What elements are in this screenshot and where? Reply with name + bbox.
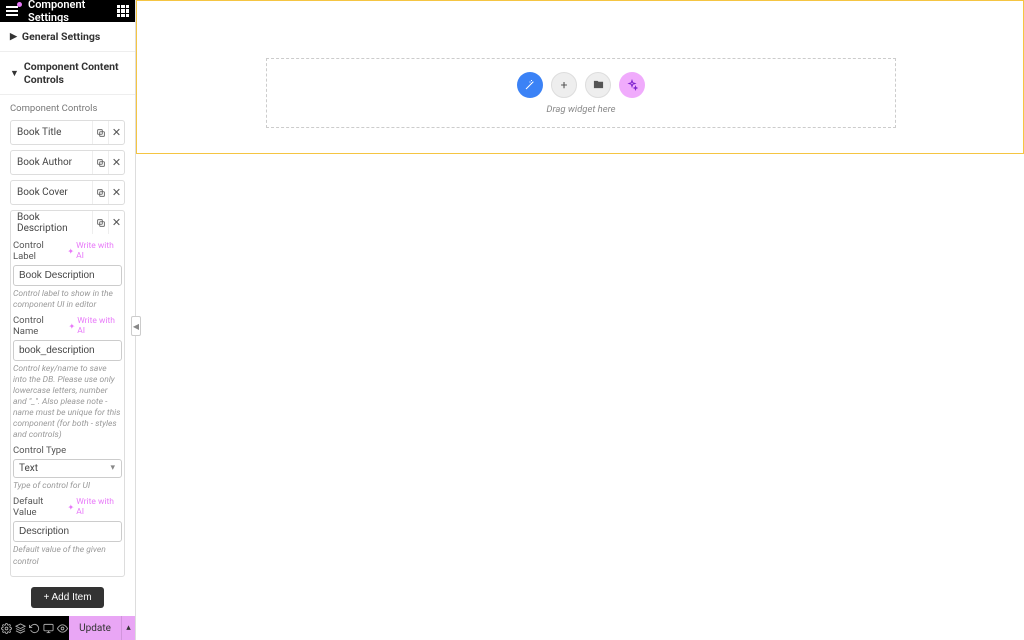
panel-title: Component Settings [28, 0, 117, 24]
widget-dropzone[interactable]: + Drag widget here [266, 58, 896, 128]
menu-button[interactable] [6, 4, 20, 18]
duplicate-icon[interactable] [92, 181, 108, 204]
notification-dot [17, 2, 22, 7]
controls-group-label: Component Controls [10, 103, 125, 114]
layers-icon[interactable] [14, 616, 28, 640]
settings-icon[interactable] [0, 616, 14, 640]
add-item-button[interactable]: Add Item [31, 587, 103, 608]
write-with-ai-link[interactable]: Write with AI [67, 497, 122, 517]
editor-canvas[interactable]: + Drag widget here [136, 0, 1024, 640]
default-value-label: Default Value [13, 496, 67, 518]
section-content-controls[interactable]: ▼ Component Content Controls [0, 52, 135, 95]
collapse-sidebar-handle[interactable]: ◀ [131, 316, 141, 336]
caret-down-icon: ▼ [10, 68, 19, 79]
remove-icon[interactable]: ✕ [108, 181, 124, 204]
responsive-icon[interactable] [41, 616, 55, 640]
control-type-hint: Type of control for UI [13, 481, 122, 492]
folder-button[interactable] [585, 72, 611, 98]
remove-icon[interactable]: ✕ [108, 211, 124, 234]
duplicate-icon[interactable] [92, 211, 108, 234]
duplicate-icon[interactable] [92, 151, 108, 174]
update-options-button[interactable]: ▴ [121, 616, 135, 640]
update-button[interactable]: Update [69, 616, 121, 640]
write-with-ai-link[interactable]: Write with AI [69, 316, 123, 336]
magic-wand-button[interactable] [517, 72, 543, 98]
dropzone-hint: Drag widget here [546, 104, 615, 115]
default-value-input[interactable] [13, 521, 122, 542]
duplicate-icon[interactable] [92, 121, 108, 144]
control-name-input[interactable] [13, 340, 122, 361]
control-item-book-title[interactable]: Book Title ✕ [11, 121, 124, 144]
remove-icon[interactable]: ✕ [108, 121, 124, 144]
control-label-label: Control Label [13, 240, 67, 262]
section-general-settings[interactable]: ▶ General Settings [0, 22, 135, 52]
write-with-ai-link[interactable]: Write with AI [67, 241, 122, 261]
control-name-label: Control Name [13, 315, 69, 337]
preview-icon[interactable] [55, 616, 69, 640]
history-icon[interactable] [28, 616, 42, 640]
control-type-select[interactable]: Text [13, 459, 122, 478]
control-item-book-author[interactable]: Book Author ✕ [11, 151, 124, 174]
add-widget-button[interactable]: + [551, 72, 577, 98]
ai-sparkle-button[interactable] [619, 72, 645, 98]
default-value-hint: Default value of the given control [13, 545, 122, 567]
control-item-book-description[interactable]: Book Description ✕ [11, 211, 124, 234]
apps-grid-icon[interactable] [117, 5, 129, 17]
control-name-hint: Control key/name to save into the DB. Pl… [13, 364, 122, 441]
caret-right-icon: ▶ [10, 32, 17, 42]
control-item-book-cover[interactable]: Book Cover ✕ [11, 181, 124, 204]
control-type-label: Control Type [13, 445, 66, 456]
control-label-hint: Control label to show in the component U… [13, 289, 122, 311]
remove-icon[interactable]: ✕ [108, 151, 124, 174]
control-label-input[interactable] [13, 265, 122, 286]
